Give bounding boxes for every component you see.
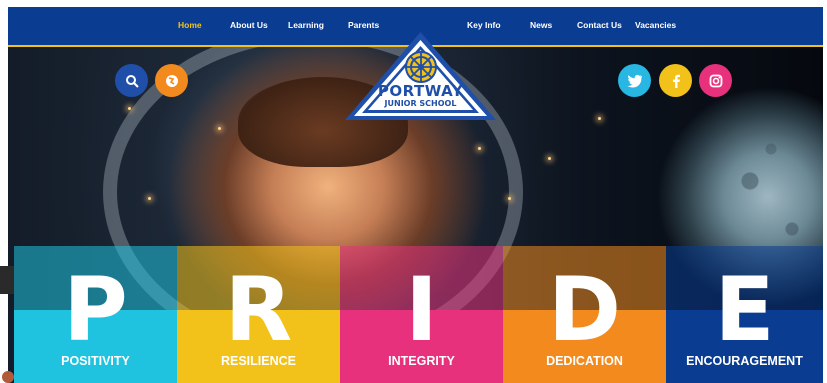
right-edge (823, 0, 827, 383)
top-strip (0, 0, 827, 7)
nav-key-info[interactable]: Key Info (467, 20, 501, 30)
value-tile-positivity[interactable]: P POSITIVITY (14, 246, 177, 383)
sparkle (508, 197, 511, 200)
nav-news[interactable]: News (530, 20, 552, 30)
nav-about-us[interactable]: About Us (230, 20, 268, 30)
value-tile-encouragement[interactable]: E ENCOURAGEMENT (666, 246, 823, 383)
nav-vacancies[interactable]: Vacancies (635, 20, 676, 30)
value-letter: P (63, 258, 128, 361)
sparkle (478, 147, 481, 150)
sparkle (548, 157, 551, 160)
translate-button[interactable] (155, 64, 188, 97)
logo-name: PORTWAY (377, 82, 464, 100)
twitter-icon (626, 74, 642, 88)
nav-parents[interactable]: Parents (348, 20, 379, 30)
sparkle (148, 197, 151, 200)
search-icon (125, 74, 139, 88)
value-letter: I (405, 258, 438, 361)
sparkle (128, 107, 131, 110)
pride-values: P POSITIVITY R RESILIENCE I INTEGRITY D … (8, 246, 827, 383)
value-word: POSITIVITY (61, 354, 130, 368)
nav-learning[interactable]: Learning (288, 20, 324, 30)
instagram-button[interactable] (699, 64, 732, 97)
value-letter: R (224, 258, 293, 361)
value-tile-resilience[interactable]: R RESILIENCE (177, 246, 340, 383)
twitter-button[interactable] (618, 64, 651, 97)
value-letter: E (714, 258, 775, 361)
value-letter: D (547, 258, 622, 361)
sparkle (598, 117, 601, 120)
nav-home[interactable]: Home (178, 20, 202, 30)
value-tile-integrity[interactable]: I INTEGRITY (340, 246, 503, 383)
translate-globe-icon (165, 74, 178, 87)
value-word: RESILIENCE (220, 354, 296, 368)
instagram-icon (709, 74, 722, 87)
value-word: ENCOURAGEMENT (686, 354, 803, 368)
value-word: INTEGRITY (388, 354, 455, 368)
facebook-icon (672, 74, 680, 88)
value-tile-dedication[interactable]: D DEDICATION (503, 246, 666, 383)
facebook-button[interactable] (659, 64, 692, 97)
school-logo[interactable]: PORTWAY JUNIOR SCHOOL (343, 30, 498, 122)
search-button[interactable] (115, 64, 148, 97)
avatar[interactable] (2, 371, 14, 383)
logo-subtitle: JUNIOR SCHOOL (384, 99, 457, 108)
nav-contact-us[interactable]: Contact Us (577, 20, 622, 30)
ship-wheel-icon (404, 51, 437, 83)
value-word: DEDICATION (546, 354, 623, 368)
sparkle (218, 127, 221, 130)
